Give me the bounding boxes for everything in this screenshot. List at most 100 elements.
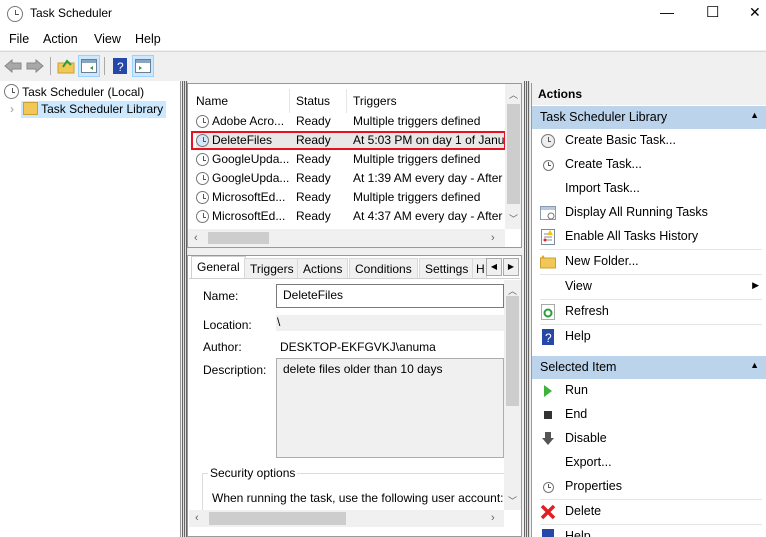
toolbar-separator bbox=[104, 57, 105, 75]
author-value: DESKTOP-EKFGVKJ\anuma bbox=[280, 340, 436, 354]
action-label: Refresh bbox=[565, 304, 609, 318]
task-row[interactable]: MicrosoftEd... Ready At 4:37 AM every day … bbox=[196, 207, 506, 226]
window-title: Task Scheduler bbox=[30, 6, 113, 20]
task-clock-icon bbox=[196, 153, 209, 166]
column-header-name[interactable]: Name bbox=[196, 94, 228, 108]
up-folder-icon[interactable] bbox=[55, 55, 77, 77]
detail-horizontal-scrollbar[interactable]: ‹ › bbox=[189, 510, 504, 527]
scroll-thumb[interactable] bbox=[208, 232, 269, 244]
tab-general[interactable]: General bbox=[191, 256, 246, 279]
action-import-task[interactable]: Import Task... bbox=[532, 177, 766, 201]
maximize-button[interactable]: ☐ bbox=[706, 3, 719, 21]
svg-text:?: ? bbox=[545, 331, 552, 345]
task-status: Ready bbox=[296, 190, 331, 204]
task-scheduler-clock-icon bbox=[7, 6, 23, 22]
detail-vertical-scrollbar[interactable]: ︿ ﹀ bbox=[504, 280, 521, 510]
action-help-selected[interactable]: Help bbox=[532, 525, 766, 537]
tree-item-label: Task Scheduler (Local) bbox=[22, 85, 145, 99]
back-icon[interactable] bbox=[2, 55, 24, 77]
action-new-folder[interactable]: New Folder... bbox=[532, 250, 766, 274]
menu-action[interactable]: Action bbox=[43, 32, 78, 46]
name-field[interactable]: DeleteFiles bbox=[276, 284, 504, 308]
submenu-arrow-icon: ▶ bbox=[752, 280, 759, 290]
menu-help[interactable]: Help bbox=[135, 32, 161, 46]
scroll-down-icon[interactable]: ﹀ bbox=[508, 494, 517, 507]
tab-history[interactable]: H bbox=[472, 258, 487, 278]
actions-pane: Actions Task Scheduler Library ▲ Create … bbox=[531, 83, 766, 537]
collapse-arrow-icon[interactable]: ▲ bbox=[750, 110, 759, 120]
column-header-status[interactable]: Status bbox=[296, 94, 330, 108]
right-splitter[interactable] bbox=[524, 81, 530, 537]
tree-item-task-scheduler-local[interactable]: Task Scheduler (Local) bbox=[4, 84, 144, 99]
tab-scroll-right-icon[interactable]: ▶ bbox=[503, 258, 519, 276]
scroll-thumb[interactable] bbox=[209, 512, 346, 525]
action-export[interactable]: Export... bbox=[532, 451, 766, 475]
new-folder-icon bbox=[540, 254, 556, 270]
tab-scroll-left-icon[interactable]: ◀ bbox=[486, 258, 502, 276]
description-field[interactable]: delete files older than 10 days bbox=[276, 358, 504, 458]
task-row[interactable]: MicrosoftEd... Ready Multiple triggers def… bbox=[196, 188, 506, 207]
toolbar-separator bbox=[50, 57, 51, 75]
section-header-selected-item[interactable]: Selected Item ▲ bbox=[532, 356, 766, 379]
action-refresh[interactable]: Refresh bbox=[532, 300, 766, 324]
menu-view[interactable]: View bbox=[94, 32, 121, 46]
expand-chevron-icon[interactable]: › bbox=[10, 102, 14, 116]
tab-triggers[interactable]: Triggers bbox=[244, 258, 300, 278]
task-row[interactable]: GoogleUpda... Ready Multiple triggers defi… bbox=[196, 150, 506, 169]
scroll-left-icon[interactable]: ‹ bbox=[195, 512, 199, 524]
task-name: MicrosoftEd... bbox=[212, 190, 286, 204]
tab-conditions[interactable]: Conditions bbox=[349, 258, 418, 278]
action-delete[interactable]: Delete bbox=[532, 500, 766, 524]
collapse-arrow-icon[interactable]: ▲ bbox=[750, 360, 759, 370]
action-label: Enable All Tasks History bbox=[565, 229, 699, 243]
scroll-down-icon[interactable]: ﹀ bbox=[509, 212, 518, 225]
minimize-button[interactable]: — bbox=[660, 4, 674, 20]
help-icon[interactable]: ? bbox=[109, 55, 131, 77]
action-end[interactable]: End bbox=[532, 403, 766, 427]
action-create-task[interactable]: Create Task... bbox=[532, 153, 766, 177]
tab-settings[interactable]: Settings bbox=[419, 258, 475, 278]
action-create-basic-task[interactable]: Create Basic Task... bbox=[532, 129, 766, 153]
action-enable-all-tasks-history[interactable]: Enable All Tasks History bbox=[532, 225, 766, 249]
task-row[interactable]: GoogleUpda... Ready At 1:39 AM every day -… bbox=[196, 169, 506, 188]
menu-file[interactable]: File bbox=[9, 32, 29, 46]
forward-icon[interactable] bbox=[24, 55, 46, 77]
scroll-right-icon[interactable]: › bbox=[491, 232, 495, 244]
task-list-horizontal-scrollbar[interactable]: ‹ › bbox=[188, 229, 505, 247]
scroll-thumb[interactable] bbox=[506, 296, 519, 406]
show-hide-action-pane-icon[interactable] bbox=[132, 55, 154, 77]
column-header-triggers[interactable]: Triggers bbox=[353, 94, 397, 108]
task-triggers: At 1:39 AM every day - After bbox=[353, 171, 503, 185]
action-label: Disable bbox=[565, 431, 607, 445]
action-label: Create Task... bbox=[565, 157, 642, 171]
scroll-thumb[interactable] bbox=[507, 104, 520, 204]
scroll-right-icon[interactable]: › bbox=[491, 512, 495, 524]
action-view[interactable]: View ▶ bbox=[532, 275, 766, 299]
action-label: View bbox=[565, 279, 592, 293]
actions-header: Actions bbox=[532, 83, 766, 105]
scroll-up-icon[interactable]: ︿ bbox=[509, 88, 518, 101]
delete-icon bbox=[540, 504, 556, 520]
task-row[interactable]: Adobe Acro... Ready Multiple triggers defi… bbox=[196, 112, 506, 131]
section-title: Selected Item bbox=[540, 360, 617, 374]
location-field: \ bbox=[276, 315, 504, 331]
section-header-task-scheduler-library[interactable]: Task Scheduler Library ▲ bbox=[532, 106, 766, 129]
scroll-left-icon[interactable]: ‹ bbox=[194, 232, 198, 244]
task-list-vertical-scrollbar[interactable]: ︿ ﹀ bbox=[505, 84, 521, 229]
action-display-all-running-tasks[interactable]: Display All Running Tasks bbox=[532, 201, 766, 225]
tree-item-task-scheduler-library[interactable]: Task Scheduler Library bbox=[21, 101, 167, 118]
action-properties[interactable]: Properties bbox=[532, 475, 766, 499]
action-run[interactable]: Run bbox=[532, 379, 766, 403]
task-status: Ready bbox=[296, 171, 331, 185]
action-disable[interactable]: Disable bbox=[532, 427, 766, 451]
task-clock-icon bbox=[196, 210, 209, 223]
tab-actions[interactable]: Actions bbox=[297, 258, 349, 278]
close-button[interactable]: ✕ bbox=[749, 4, 761, 21]
action-label: Create Basic Task... bbox=[565, 133, 676, 147]
author-label: Author: bbox=[203, 340, 242, 354]
properties-icon bbox=[540, 479, 556, 495]
clock-icon bbox=[4, 84, 19, 99]
task-triggers: At 4:37 AM every day - After bbox=[353, 209, 503, 223]
show-hide-console-tree-icon[interactable] bbox=[78, 55, 100, 77]
action-help[interactable]: ? Help bbox=[532, 325, 766, 349]
